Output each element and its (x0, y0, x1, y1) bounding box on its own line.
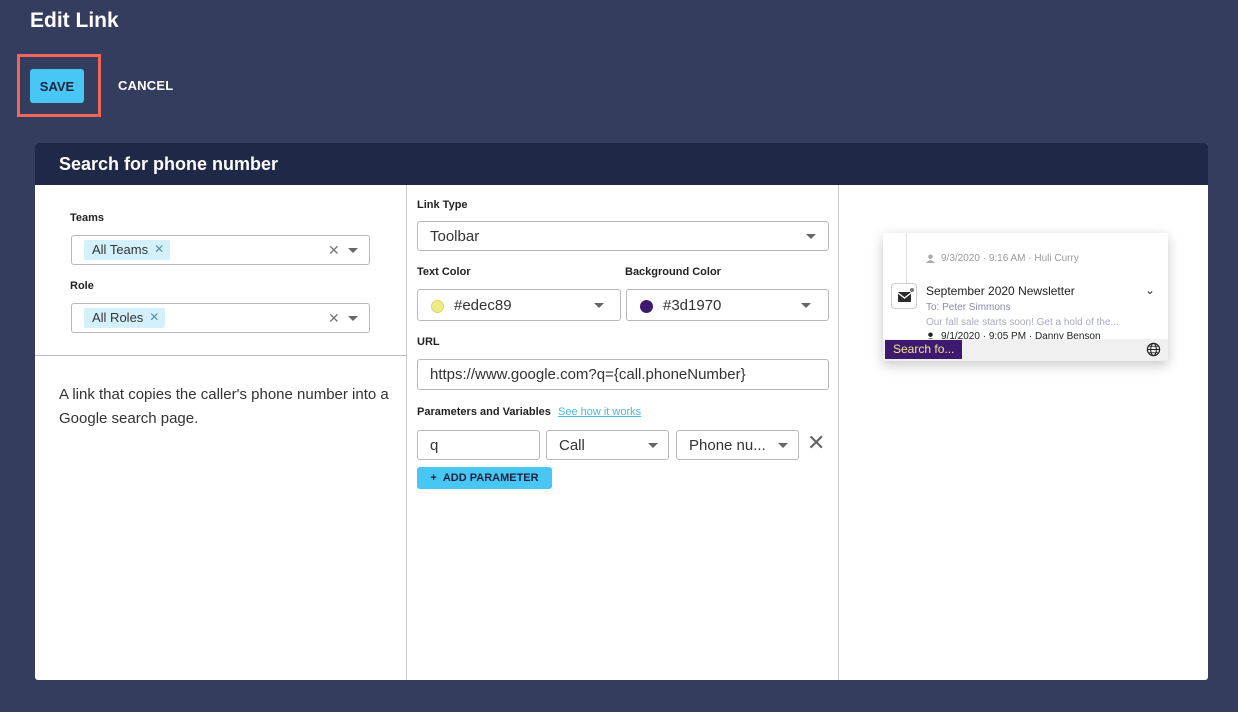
preview-snippet: Our fall sale starts soon! Get a hold of… (926, 317, 1119, 328)
close-icon[interactable]: ✕ (149, 310, 159, 324)
url-input[interactable]: https://www.google.com?q={call.phoneNumb… (417, 359, 829, 390)
bg-color-select[interactable]: #3d1970 (626, 289, 829, 321)
chevron-down-icon[interactable] (594, 303, 604, 308)
preview-item-title: September 2020 Newsletter (926, 284, 1075, 298)
see-how-it-works-link[interactable]: See how it works (558, 406, 641, 418)
preview-meta-top: 9/3/2020 · 9:16 AM · Huli Curry (941, 253, 1079, 264)
toolbar-preview: 9/3/2020 · 9:16 AM · Huli Curry Septembe… (883, 233, 1168, 361)
remove-parameter-icon[interactable]: ✕ (807, 430, 825, 456)
bg-color-swatch (640, 300, 653, 313)
teams-select[interactable]: All Teams ✕ ✕ (71, 235, 370, 265)
text-color-swatch (431, 300, 444, 313)
close-icon[interactable]: ✕ (154, 242, 164, 256)
edit-link-card: Search for phone number Teams All Teams … (35, 143, 1208, 680)
preview-to-name: Peter Simmons (942, 302, 1011, 313)
chevron-down-icon[interactable] (348, 248, 358, 253)
role-chip-label: All Roles (92, 310, 144, 325)
role-select[interactable]: All Roles ✕ ✕ (71, 303, 370, 333)
teams-chip: All Teams ✕ (84, 240, 171, 260)
add-parameter-label: ADD PARAMETER (442, 472, 539, 484)
middle-column: Link Type Toolbar Text Color #edec89 Bac… (407, 185, 839, 680)
plus-icon: + (430, 472, 437, 484)
param-field-select[interactable]: Phone nu... (676, 430, 799, 460)
param-name-value: q (430, 437, 439, 454)
preview-to: To: Peter Simmons (926, 302, 1010, 313)
preview-search-tag[interactable]: Search fo... (885, 340, 963, 359)
text-color-label: Text Color (417, 266, 471, 278)
page-title: Edit Link (30, 9, 119, 32)
preview-toolbar: Search fo... (883, 339, 1168, 361)
link-type-label: Link Type (417, 199, 468, 211)
text-color-select[interactable]: #edec89 (417, 289, 621, 321)
param-source-select[interactable]: Call (546, 430, 669, 460)
chevron-down-icon[interactable] (648, 443, 658, 448)
teams-label: Teams (70, 212, 105, 224)
globe-icon[interactable] (1146, 342, 1161, 357)
url-label: URL (417, 336, 440, 348)
text-color-value: #edec89 (454, 297, 512, 314)
chevron-down-icon[interactable]: ⌄ (1145, 283, 1155, 297)
bg-color-label: Background Color (625, 266, 721, 278)
teams-chip-label: All Teams (92, 242, 149, 257)
bg-color-value: #3d1970 (663, 297, 722, 314)
add-parameter-button[interactable]: + ADD PARAMETER (417, 467, 552, 489)
link-type-select[interactable]: Toolbar (417, 221, 829, 251)
cancel-button[interactable]: CANCEL (118, 78, 173, 93)
left-column: Teams All Teams ✕ ✕ Role All Roles ✕ ✕ A… (35, 185, 407, 680)
preview-to-prefix: To: (926, 302, 940, 313)
chevron-down-icon[interactable] (801, 303, 811, 308)
chevron-down-icon[interactable] (778, 443, 788, 448)
chevron-down-icon[interactable] (806, 234, 816, 239)
param-field-value: Phone nu... (689, 437, 766, 454)
divider (35, 355, 406, 356)
right-column: 9/3/2020 · 9:16 AM · Huli Curry Septembe… (839, 185, 1208, 680)
close-icon[interactable]: ✕ (328, 242, 340, 259)
close-icon[interactable]: ✕ (328, 310, 340, 327)
param-name-input[interactable]: q (417, 430, 540, 460)
link-type-value: Toolbar (430, 228, 480, 245)
mail-icon (891, 283, 917, 309)
chevron-down-icon[interactable] (348, 316, 358, 321)
role-label: Role (70, 280, 94, 292)
role-chip: All Roles ✕ (84, 308, 166, 328)
params-label: Parameters and Variables (417, 406, 551, 418)
url-value: https://www.google.com?q={call.phoneNumb… (430, 366, 746, 383)
person-icon (926, 254, 935, 263)
save-button[interactable]: SAVE (30, 69, 84, 103)
param-source-value: Call (559, 437, 585, 454)
link-description: A link that copies the caller's phone nu… (59, 386, 389, 427)
card-title: Search for phone number (35, 143, 1208, 185)
